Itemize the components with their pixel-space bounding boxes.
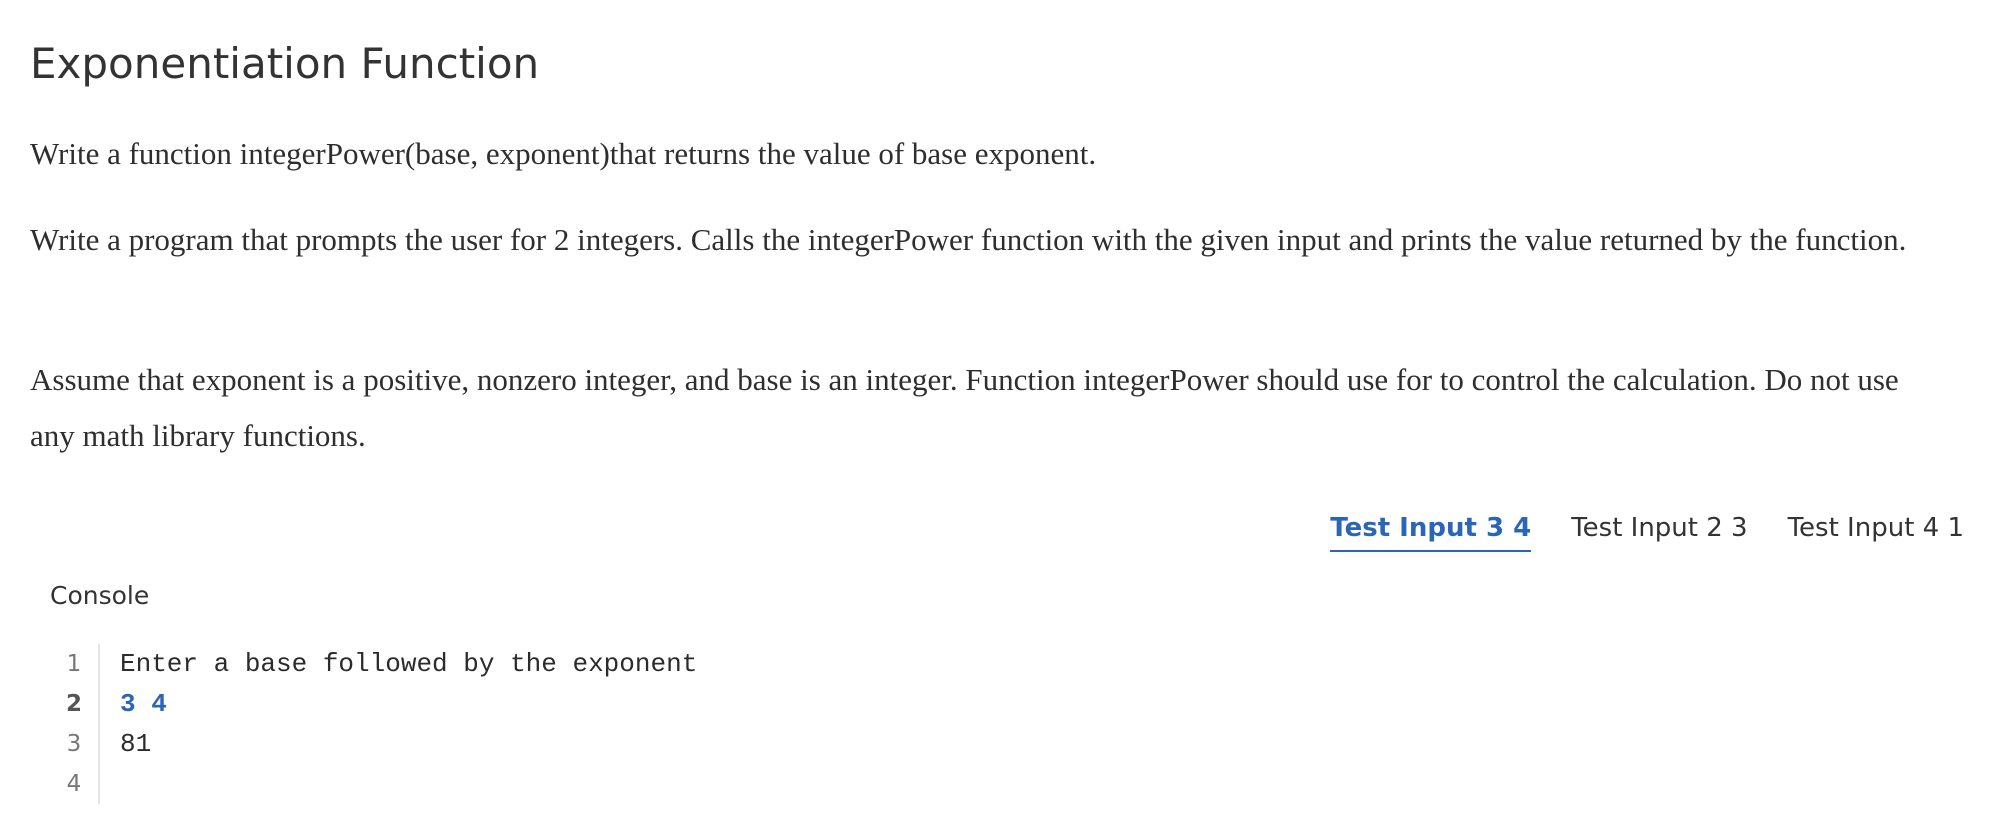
test-input-tabs: Test Input 3 4 Test Input 2 3 Test Input… xyxy=(1330,508,1964,552)
console-line: 1 Enter a base followed by the exponent xyxy=(50,644,1050,684)
console-user-input: 3 4 xyxy=(120,689,167,719)
console-line: 2 3 4 xyxy=(50,684,1050,724)
console-line-text: 81 xyxy=(120,729,152,759)
page-title: Exponentiation Function xyxy=(30,39,540,88)
line-number: 3 xyxy=(50,724,100,764)
tab-test-input-2-3[interactable]: Test Input 2 3 xyxy=(1571,508,1747,552)
tab-test-input-3-4[interactable]: Test Input 3 4 xyxy=(1330,508,1532,552)
line-number: 1 xyxy=(50,644,100,684)
description-paragraph-1: Write a function integerPower(base, expo… xyxy=(30,136,1097,171)
console-label: Console xyxy=(50,581,150,610)
console-output: 1 Enter a base followed by the exponent … xyxy=(50,644,1050,804)
console-line-text: Enter a base followed by the exponent xyxy=(120,649,698,679)
tab-test-input-4-1[interactable]: Test Input 4 1 xyxy=(1788,508,1964,552)
description-paragraph-2: Write a program that prompts the user fo… xyxy=(30,222,1907,257)
line-number: 4 xyxy=(50,764,100,804)
console-line: 3 81 xyxy=(50,724,1050,764)
console-line: 4 xyxy=(50,764,1050,804)
line-number: 2 xyxy=(50,684,100,724)
description-paragraph-3: Assume that exponent is a positive, nonz… xyxy=(30,362,1899,453)
